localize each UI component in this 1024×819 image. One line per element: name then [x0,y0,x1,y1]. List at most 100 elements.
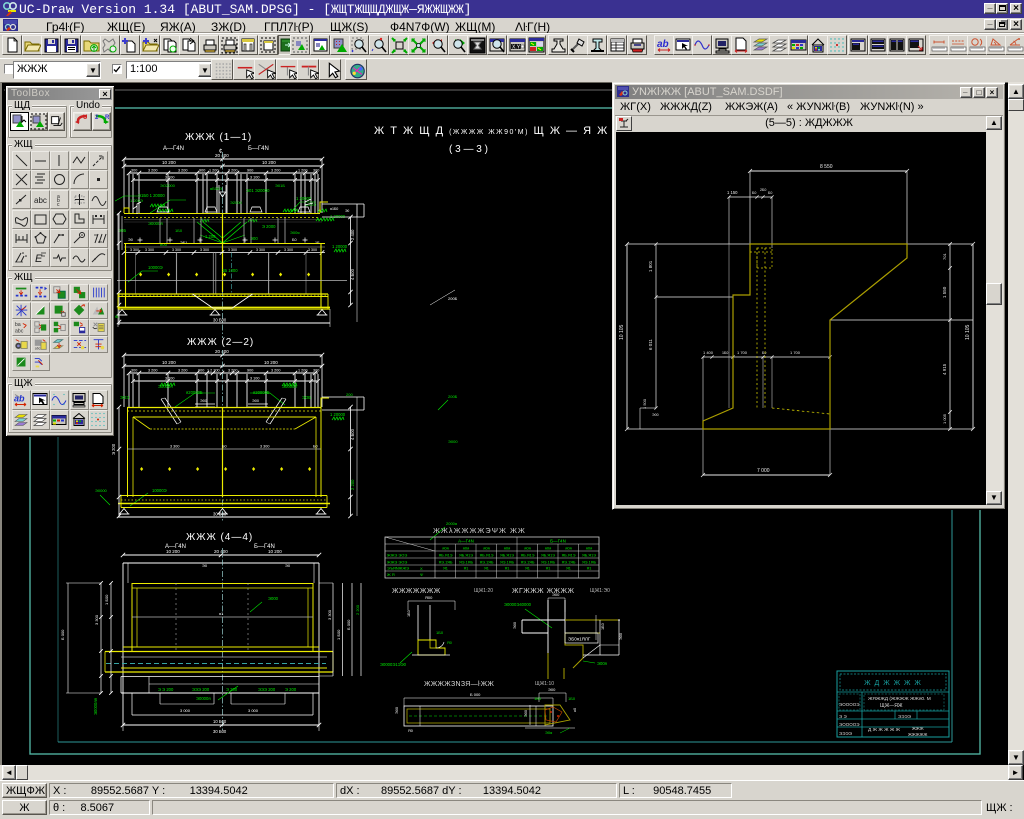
svg-text:Я1: Я1 [464,567,469,571]
svg-text:ЭЪЯΝЖЖЭ: ЭЪЯΝЖЖЭ [387,566,409,571]
svg-text:Э 200: Э 200 [285,687,297,692]
svg-text:ЭО2000: ЭО2000 [160,183,176,188]
svg-text:ЯЭ.1ЯБ: ЯЭ.1ЯБ [500,561,514,565]
svg-text:1 150: 1 150 [727,190,738,195]
svg-text:3 200: 3 200 [271,169,281,173]
svg-text:ЖЖЖ (2—2): ЖЖЖ (2—2) [187,337,254,348]
svg-text:Б0: Б0 [768,191,772,195]
svg-text:900: 900 [199,169,205,173]
svg-text:ЖЖЖ: ЖЖЖ [912,726,924,731]
svg-text:4 915: 4 915 [942,363,947,375]
svg-text:Б0: Б0 [222,445,227,449]
svg-text:ЭООООЭ: ЭООООЭ [839,722,860,727]
svg-text:Ψ: Ψ [420,572,424,577]
svg-text:1 200: 1 200 [209,169,219,173]
svg-text:200Б: 200Б [448,296,458,301]
svg-text:Э00я: Э00я [597,661,607,666]
svg-text:3 100: 3 100 [165,377,175,381]
svg-text:я0я: я0я [586,546,593,551]
svg-text:10 200: 10 200 [166,549,180,554]
svg-text:2 200: 2 200 [350,479,355,490]
svg-text:3 300: 3 300 [170,445,180,449]
svg-text:Э01 Э20000: Э01 Э20000 [246,188,270,193]
svg-text:3 300: 3 300 [228,248,237,252]
svg-text:ЖЖЖ (4—4): ЖЖЖ (4—4) [186,532,253,543]
svg-text:A—Г4Ν: A—Г4Ν [458,539,474,544]
svg-text:Я1: Я1 [443,567,448,571]
svg-text:10000Э: 10000Э [148,265,163,270]
svg-text:я0: я0 [573,708,577,712]
svg-text:200: 200 [346,392,353,397]
svg-text:Э00: Э00 [619,633,623,640]
svg-text:Э00я: Э00я [290,230,300,235]
svg-text:ЯЭ.1ЯБ: ЯЭ.1ЯБ [439,561,453,565]
svg-text:1 550: 1 550 [942,286,947,298]
svg-text:Б—Г4Ν: Б—Г4Ν [248,146,269,152]
svg-text:Б0: Б0 [313,445,318,449]
svg-text:Э2000: Э2000 [230,200,243,205]
svg-text:Ж Я: Ж Я [387,572,395,577]
svg-text:Б0: Б0 [752,191,756,195]
svg-text:ЭЭЭ 200: ЭЭЭ 200 [192,687,210,692]
svg-text:Э0я: Э0я [545,730,552,735]
svg-text:ЭОБ: ЭОБ [302,395,311,400]
svg-text:10 200: 10 200 [262,160,276,165]
svg-text:3 200: 3 200 [148,169,158,173]
svg-text:3 300: 3 300 [94,614,99,625]
svg-text:3 300: 3 300 [130,248,139,252]
svg-text:7 000: 7 000 [757,468,770,474]
svg-text:ЖЖЭ ЭОЭ: ЖЖЭ ЭОЭ [387,560,407,565]
svg-text:Э0000Э40000: Э0000Э40000 [504,602,532,607]
svg-text:ЭБ0я1ЯЛΓ: ЭБ0я1ЯЛΓ [568,637,591,642]
svg-text:2Б0: 2Б0 [760,188,766,192]
svg-text:Э01Б: Э01Б [275,183,285,188]
svg-text:Б 000: Б 000 [470,692,481,697]
svg-text:10 200: 10 200 [162,160,176,165]
svg-text:3 200: 3 200 [178,169,188,173]
svg-text:ЩЖ1:Э0: ЩЖ1:Э0 [590,588,610,594]
svg-text:ЭОЭ: ЭОЭ [120,395,129,400]
svg-text:A—Г4Ν: A—Г4Ν [163,146,184,152]
svg-text:я0я: я0я [463,546,470,551]
svg-text:3 300: 3 300 [284,248,293,252]
svg-text:3 100: 3 100 [250,377,260,381]
svg-text:Э0: Э0 [202,563,208,568]
svg-text:ЯБ.Я1Э: ЯБ.Я1Э [480,554,494,558]
svg-text:Э0000я: Э0000я [282,384,297,389]
svg-text:1 20000: 1 20000 [332,244,348,249]
svg-text:1Б0: 1Б0 [568,696,576,701]
svg-text:10 200: 10 200 [162,360,176,365]
svg-text:300: 300 [131,169,137,173]
svg-text:Х: Х [420,566,423,571]
svg-text:ЯБ.Я1Э: ЯБ.Я1Э [500,554,514,558]
svg-text:я0я: я0я [545,546,552,551]
svg-text:я0я: я0я [483,546,490,551]
svg-text:Э00: Э00 [552,592,560,597]
svg-text:3 200: 3 200 [178,369,188,373]
svg-text:Д Ж Ж Ж Ж Ж: Д Ж Ж Ж Ж Ж [868,727,901,733]
svg-text:1Б0: 1Б0 [534,696,542,701]
svg-text:Э00: Э00 [548,687,556,692]
svg-text:ЩЖ—ЯЖ: ЩЖ—ЯЖ [880,703,903,709]
svg-text:20 400: 20 400 [215,349,229,354]
svg-text:30 Б00: 30 Б00 [213,729,227,734]
svg-text:Э000: Э000 [448,439,458,444]
svg-text:10 105: 10 105 [965,324,971,340]
svg-text:Я0: Я0 [447,641,452,645]
svg-text:abc: abc [35,346,41,350]
svg-text:ЯЭ.1ЯБ: ЯЭ.1ЯБ [521,561,535,565]
svg-text:1Б0: 1Б0 [436,630,444,635]
svg-text:900: 900 [198,369,204,373]
svg-text:1 20000: 1 20000 [296,196,312,201]
svg-text:E: E [35,253,43,265]
svg-text:ЖЖЖЖЗΝЗЯ—ŀЖЖ: ЖЖЖЖЗΝЗЯ—ŀЖЖ [424,681,494,688]
svg-text:8 550: 8 550 [820,164,833,170]
svg-text:Э Э 200: Э Э 200 [158,687,174,692]
svg-text:ЭООООЭ: ЭООООЭ [839,702,860,707]
svg-text:Б0: Б0 [292,238,297,242]
svg-text:Б0: Б0 [762,351,766,355]
svg-text:я20000Б: я20000Б [186,390,203,395]
svg-text:ЯЭ.1ЯБ: ЯЭ.1ЯБ [480,561,494,565]
svg-text:1Б0: 1Б0 [722,351,728,355]
svg-text:1 200: 1 200 [298,369,308,373]
